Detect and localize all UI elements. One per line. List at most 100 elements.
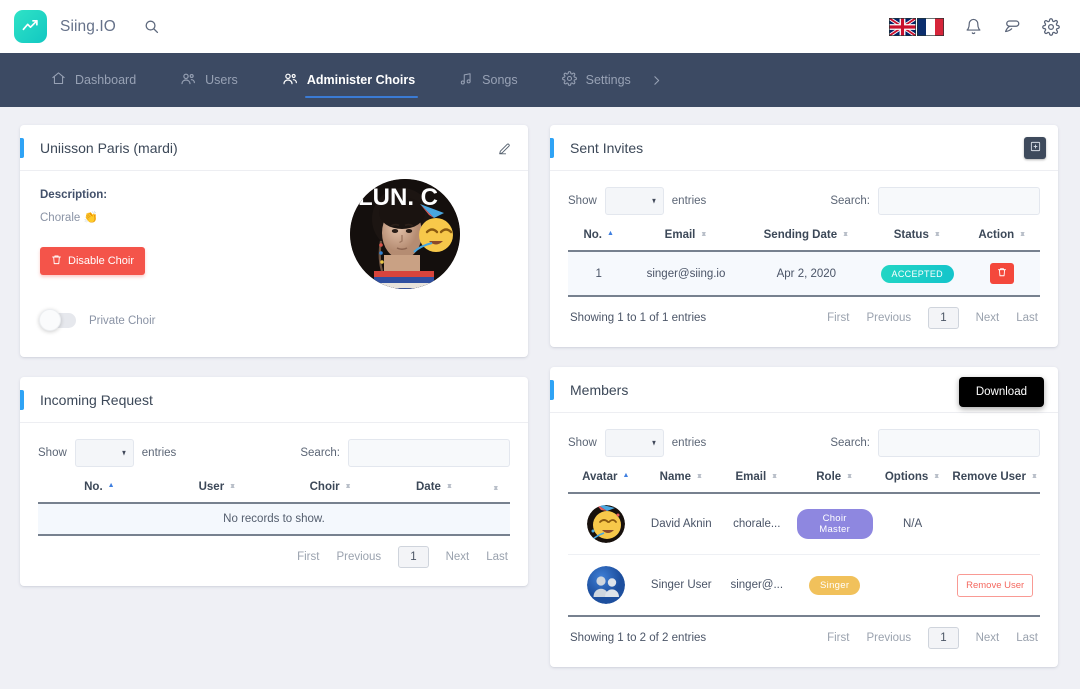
col-role[interactable]: Role ▲ ▼ <box>794 461 875 494</box>
col-date[interactable]: Date ▲ ▼ <box>387 471 482 504</box>
table-header-row: No. ▲▼ Email ▲▼ Sending Date ▲▼ <box>568 219 1040 252</box>
cell-remove-user <box>950 493 1040 555</box>
search-label: Search: <box>830 437 870 449</box>
page-previous[interactable]: Previous <box>336 551 381 563</box>
table-row: David Aknin chorale... Choir Master N/A <box>568 493 1040 555</box>
invites-card-body: Show entries Search: No. ▲▼ <box>550 171 1058 347</box>
language-switcher[interactable] <box>889 17 944 36</box>
page-first[interactable]: First <box>827 632 849 644</box>
global-search-icon[interactable] <box>144 19 159 34</box>
notifications-bell-icon[interactable] <box>965 18 982 35</box>
pencil-icon[interactable] <box>494 137 516 159</box>
page-first[interactable]: First <box>827 312 849 324</box>
show-label: Show <box>568 195 597 207</box>
col-action[interactable]: Action ▲ ▼ <box>964 219 1040 252</box>
cell-role: Choir Master <box>794 493 875 555</box>
nav-label: Songs <box>482 73 518 87</box>
col-email[interactable]: Email ▲ ▼ <box>719 461 795 494</box>
entries-info: Showing 1 to 2 of 2 entries <box>570 632 707 644</box>
users-icon <box>282 71 298 90</box>
left-column: Uniisson Paris (mardi) Description: Chor… <box>20 125 528 667</box>
col-no[interactable]: No. ▲▼ <box>38 471 161 504</box>
settings-gear-icon[interactable] <box>1042 17 1060 36</box>
app-logo-icon[interactable] <box>14 10 47 43</box>
page-previous[interactable]: Previous <box>866 632 911 644</box>
sent-invites-table: No. ▲▼ Email ▲▼ Sending Date ▲▼ <box>568 219 1040 297</box>
col-label: Action <box>978 229 1015 241</box>
page-last[interactable]: Last <box>1016 312 1038 324</box>
col-avatar[interactable]: Avatar ▲▼ <box>568 461 644 494</box>
col-choir[interactable]: Choir ▲ ▼ <box>273 471 388 504</box>
page-next[interactable]: Next <box>976 632 1000 644</box>
col-label: User <box>198 481 225 493</box>
nav-label: Users <box>205 73 238 87</box>
col-user[interactable]: User ▲ ▼ <box>160 471 274 504</box>
page-current[interactable]: 1 <box>928 307 959 329</box>
nav-item-users[interactable]: Users <box>163 53 255 107</box>
col-sending-date[interactable]: Sending Date ▲ ▼ <box>742 219 871 252</box>
nav-item-settings[interactable]: Settings <box>545 53 648 107</box>
col-extra[interactable]: ▲ ▼ <box>481 471 510 504</box>
trash-icon <box>997 267 1007 280</box>
nav-item-dashboard[interactable]: Dashboard <box>34 53 153 107</box>
members-table: Avatar ▲▼ Name ▲▼ Email ▲▼ <box>568 461 1040 617</box>
disable-choir-button[interactable]: Disable Choir <box>40 247 146 275</box>
incoming-table-controls: Show entries Search: <box>38 439 510 467</box>
page-next[interactable]: Next <box>446 551 470 563</box>
nav-overflow-chevron-right-icon[interactable] <box>648 53 663 107</box>
members-table-footer: Showing 1 to 2 of 2 entries First Previo… <box>568 617 1040 657</box>
page-size-select[interactable] <box>74 439 134 467</box>
col-name[interactable]: Name ▲ ▼ <box>643 461 720 494</box>
search-input[interactable] <box>878 187 1040 215</box>
role-badge: Singer <box>809 575 861 595</box>
page-last[interactable]: Last <box>486 551 508 563</box>
nav-item-administer-choirs[interactable]: Administer Choirs <box>265 53 432 107</box>
page-next[interactable]: Next <box>976 312 1000 324</box>
page-current[interactable]: 1 <box>398 546 429 568</box>
col-no[interactable]: No. ▲▼ <box>568 219 630 252</box>
cell-name: David Aknin <box>643 493 720 555</box>
card-accent-bar <box>20 138 24 158</box>
page-previous[interactable]: Previous <box>866 312 911 324</box>
disable-choir-label: Disable Choir <box>68 255 135 267</box>
messages-chat-icon[interactable] <box>1003 18 1021 36</box>
col-status[interactable]: Status ▲ ▼ <box>870 219 965 252</box>
cell-avatar <box>568 493 644 555</box>
col-label: Name <box>659 471 691 483</box>
add-invite-button[interactable] <box>1024 136 1046 159</box>
search-input[interactable] <box>878 429 1040 457</box>
cell-avatar <box>568 554 644 617</box>
cell-name: Singer User <box>643 554 720 617</box>
gear-icon <box>561 71 577 89</box>
private-choir-toggle[interactable] <box>39 309 76 331</box>
page-size-select[interactable] <box>604 429 664 457</box>
search-input[interactable] <box>348 439 510 467</box>
table-header-row: No. ▲▼ User ▲▼ Choir ▲▼ <box>38 471 510 504</box>
page-size-select[interactable] <box>604 187 664 215</box>
col-label: Choir <box>309 481 340 493</box>
nav-label: Administer Choirs <box>306 73 416 87</box>
flag-uk-icon[interactable] <box>889 17 916 36</box>
cell-status: ACCEPTED <box>870 251 965 297</box>
page-first[interactable]: First <box>297 551 319 563</box>
search-label: Search: <box>830 195 870 207</box>
music-note-icon <box>459 72 473 89</box>
incoming-table-footer: First Previous 1 Next Last <box>38 536 510 576</box>
page-last[interactable]: Last <box>1016 632 1038 644</box>
page-current[interactable]: 1 <box>928 627 959 649</box>
col-options[interactable]: Options ▲ ▼ <box>874 461 951 494</box>
delete-invite-button[interactable] <box>990 263 1015 284</box>
col-email[interactable]: Email ▲ ▼ <box>629 219 743 252</box>
users-icon <box>180 71 196 90</box>
remove-user-button[interactable]: Remove User <box>957 573 1034 597</box>
col-label: Role <box>816 471 842 483</box>
cell-sending-date: Apr 2, 2020 <box>742 251 871 297</box>
flag-france-icon[interactable] <box>917 17 944 36</box>
cell-remove-user: Remove User <box>950 554 1040 617</box>
nav-item-songs[interactable]: Songs <box>442 53 534 107</box>
download-tooltip[interactable]: Download <box>958 377 1044 407</box>
cell-options <box>874 554 951 617</box>
col-remove-user[interactable]: Remove User ▲ ▼ <box>950 461 1040 494</box>
col-label: Options <box>884 471 929 483</box>
invites-card-header: Sent Invites <box>550 125 1058 171</box>
